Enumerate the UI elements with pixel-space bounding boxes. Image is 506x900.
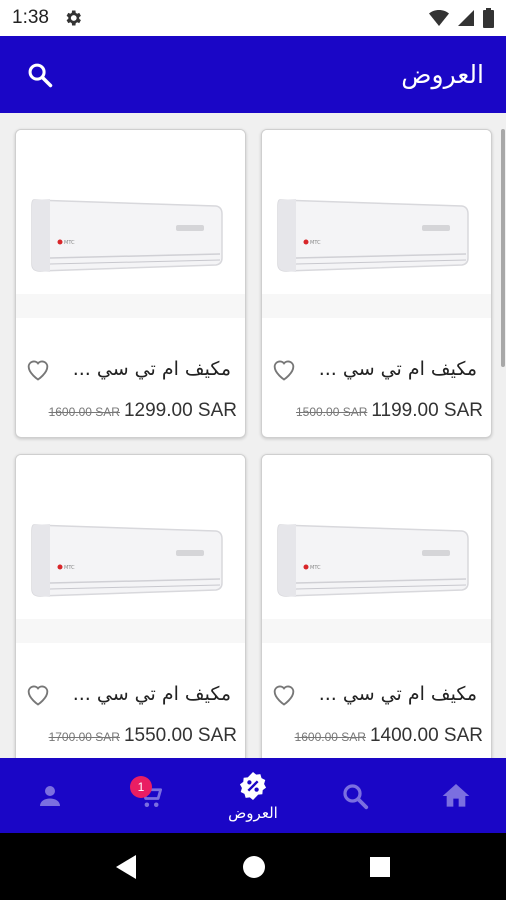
home-circle-icon [243, 856, 265, 878]
product-prices: 1700.00 SAR 1550.00 SAR [49, 725, 237, 747]
favorite-heart-icon[interactable] [24, 680, 52, 708]
recents-button[interactable] [366, 853, 394, 881]
product-prices: 1600.00 SAR 1400.00 SAR [295, 725, 483, 747]
product-card[interactable]: MTC مكيف ام تي سي ... 1600.00 SAR 1299.0… [15, 129, 246, 438]
nav-profile[interactable] [0, 758, 100, 833]
nav-offers[interactable]: العروض [203, 758, 303, 833]
favorite-heart-icon[interactable] [270, 355, 298, 383]
back-button[interactable] [112, 853, 140, 881]
status-bar: 1:38 [0, 0, 506, 36]
nav-search[interactable] [305, 758, 405, 833]
home-icon [442, 783, 470, 807]
product-title: مكيف ام تي سي ... [72, 358, 231, 380]
product-image: MTC [262, 130, 491, 318]
old-price: 1600.00 SAR [294, 730, 366, 744]
status-time: 1:38 [12, 7, 49, 28]
svg-text:MTC: MTC [64, 565, 75, 571]
home-button[interactable] [240, 853, 268, 881]
battery-icon [483, 8, 494, 28]
settings-icon [66, 10, 81, 26]
product-title: مكيف ام تي سي ... [318, 683, 477, 705]
nav-cart[interactable]: 1 [100, 758, 200, 833]
product-card[interactable]: MTC مكيف ام تي سي ... 1500.00 SAR 1199.0… [261, 129, 492, 438]
back-icon [116, 855, 136, 879]
product-card[interactable]: MTC مكيف ام تي سي ... 1600.00 SAR 1400.0… [261, 454, 492, 758]
product-prices: 1600.00 SAR 1299.00 SAR [49, 400, 237, 422]
product-prices: 1500.00 SAR 1199.00 SAR [296, 400, 483, 422]
nav-offers-label: العروض [228, 803, 278, 822]
svg-text:MTC: MTC [310, 565, 321, 571]
product-image: MTC [16, 455, 245, 643]
search-icon [28, 63, 53, 87]
cart-badge: 1 [130, 776, 152, 798]
price: 1199.00 SAR [371, 400, 483, 421]
svg-text:MTC: MTC [310, 240, 321, 246]
favorite-heart-icon[interactable] [24, 355, 52, 383]
old-price: 1700.00 SAR [48, 730, 120, 744]
svg-text:MTC: MTC [64, 240, 75, 246]
discount-icon [239, 771, 267, 800]
product-image: MTC [16, 130, 245, 318]
product-card[interactable]: MTC مكيف ام تي سي ... 1700.00 SAR 1550.0… [15, 454, 246, 758]
search-button[interactable] [22, 57, 58, 93]
favorite-heart-icon[interactable] [270, 680, 298, 708]
app-bar: العروض [0, 36, 506, 113]
nav-home[interactable] [406, 758, 506, 833]
price: 1400.00 SAR [369, 725, 483, 746]
price: 1550.00 SAR [123, 725, 237, 746]
product-title: مكيف ام تي سي ... [72, 683, 231, 705]
bottom-navigation: 1 العروض [0, 758, 506, 833]
old-price: 1600.00 SAR [48, 405, 120, 419]
price: 1299.00 SAR [123, 400, 237, 421]
page-title: العروض [401, 60, 484, 89]
scrollbar[interactable] [501, 129, 505, 367]
product-image: MTC [262, 455, 491, 643]
product-grid[interactable]: MTC مكيف ام تي سي ... 1500.00 SAR 1199.0… [0, 113, 506, 758]
recents-icon [370, 857, 390, 877]
signal-icon [458, 10, 474, 26]
status-icons [429, 8, 494, 28]
system-navigation-bar [0, 833, 506, 900]
person-icon [40, 785, 60, 806]
search-icon [343, 783, 369, 809]
wifi-icon [429, 10, 449, 26]
old-price: 1500.00 SAR [295, 405, 368, 419]
product-title: مكيف ام تي سي ... [318, 358, 477, 380]
